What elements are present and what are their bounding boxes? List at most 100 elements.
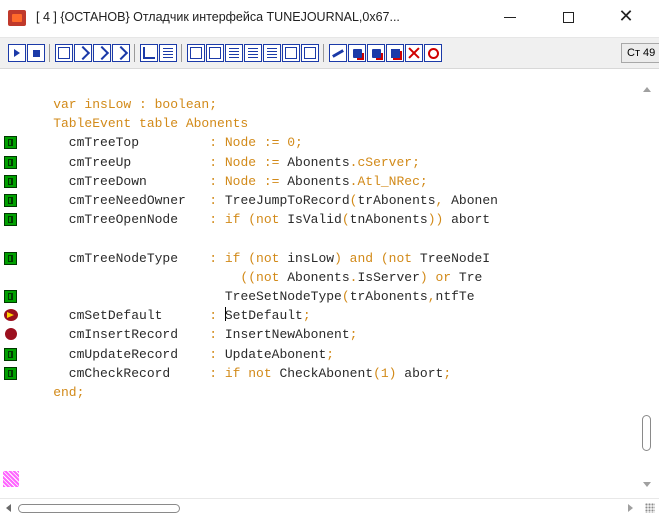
code-editor[interactable]: var insLow : boolean; TableEvent table A… (0, 69, 659, 498)
procedure-marker-icon[interactable] (4, 290, 17, 303)
code-line[interactable]: TreeSetNodeType(trAbonents,ntfTe (22, 287, 475, 306)
scroll-right-icon[interactable] (628, 504, 633, 512)
code-token: : if (not (209, 250, 288, 266)
scroll-up-icon[interactable] (643, 87, 651, 92)
code-token: TreeJumpToRecord (224, 193, 350, 208)
resize-grip-icon[interactable] (645, 503, 655, 513)
procedure-marker-icon[interactable] (4, 366, 17, 380)
code-area[interactable]: var insLow : boolean; TableEvent table A… (22, 69, 636, 498)
code-token: ) and (not (334, 250, 420, 266)
vertical-scroll-thumb[interactable] (642, 415, 651, 451)
glasses-button[interactable] (206, 44, 224, 62)
procedure-marker-icon[interactable] (4, 251, 17, 265)
code-line[interactable]: cmTreeNodeType : if (not insLow) and (no… (22, 249, 490, 268)
procedure-marker-icon[interactable] (4, 174, 17, 188)
horizontal-scroll-thumb[interactable] (18, 504, 180, 513)
code-token: UpdateAbonent (224, 346, 327, 362)
procedure-marker-icon[interactable] (4, 194, 17, 207)
database-button[interactable] (301, 44, 319, 62)
code-token: end; (22, 385, 85, 400)
code-token: Abonents (287, 173, 350, 189)
title-bar[interactable]: [ 4 ] {ОСТАНОВ} Отладчик интерфейса TUNE… (0, 0, 659, 38)
code-line[interactable]: cmTreeNeedOwner : TreeJumpToRecord(trAbo… (22, 191, 498, 210)
code-token: cmTreeDown (22, 173, 210, 189)
code-token: trAbonents (357, 193, 436, 208)
table-edit-button[interactable] (244, 44, 262, 62)
code-line[interactable]: var insLow : boolean; (22, 95, 217, 114)
code-line[interactable]: cmTreeUp : Node := Abonents.cServer; (22, 153, 420, 172)
procedure-marker-icon[interactable] (4, 347, 17, 361)
code-token: TableEvent table Abonents (22, 116, 249, 132)
table-record-icon (267, 48, 277, 58)
horizontal-scrollbar[interactable] (0, 498, 659, 518)
procedure-marker-icon[interactable] (4, 136, 17, 150)
code-token: ; (349, 327, 358, 343)
no-entry-button[interactable] (424, 44, 442, 62)
app-icon[interactable] (8, 10, 26, 26)
table-record-button[interactable] (263, 44, 281, 62)
hand-button[interactable] (55, 44, 73, 62)
window-title: [ 4 ] {ОСТАНОВ} Отладчик интерфейса TUNE… (36, 10, 400, 24)
maximize-button[interactable] (546, 0, 590, 34)
code-line[interactable]: cmCheckRecord : if not CheckAbonent(1) a… (22, 364, 451, 383)
step-out-icon (113, 45, 129, 61)
database-icon (304, 47, 316, 59)
step-over-button[interactable] (74, 44, 92, 62)
bookmark-marker-icon (3, 471, 19, 487)
form-button[interactable] (282, 44, 300, 62)
code-line[interactable]: cmSetDefault : SetDefault; (22, 306, 311, 325)
code-token: : if (not (209, 212, 288, 228)
current-line-arrow-icon[interactable] (4, 309, 18, 322)
table-button[interactable] (225, 44, 243, 62)
code-token: insLow (287, 250, 335, 266)
code-token: cmTreeTop (22, 135, 210, 151)
cancel-button[interactable] (405, 44, 423, 62)
code-line[interactable]: cmTreeTop : Node := 0; (22, 133, 303, 152)
code-line[interactable]: cmTreeOpenNode : if (not IsValid(tnAbone… (22, 210, 490, 229)
code-token: Abonents (287, 269, 350, 285)
watch-button[interactable] (187, 44, 205, 62)
code-token: var insLow : boolean; (22, 97, 218, 112)
toolbar-separator (323, 44, 324, 62)
scroll-left-icon[interactable] (6, 504, 11, 512)
vertical-scrollbar[interactable] (636, 69, 659, 498)
code-token: IsValid (287, 212, 342, 228)
gutter[interactable] (0, 69, 22, 498)
close-button[interactable]: ✕ (604, 0, 648, 34)
minimize-button[interactable] (488, 0, 532, 34)
code-token: : Node := (209, 173, 288, 189)
record-error-button[interactable] (386, 44, 404, 62)
close-icon: ✕ (618, 6, 634, 27)
play-button[interactable] (8, 44, 26, 62)
code-token: : (209, 308, 225, 324)
code-token: , (435, 193, 452, 208)
step-into-button[interactable] (93, 44, 111, 62)
procedure-marker-icon[interactable] (4, 213, 17, 227)
step-out-button[interactable] (112, 44, 130, 62)
record-save-button[interactable] (367, 44, 385, 62)
tree-button[interactable] (140, 44, 158, 62)
record-icon (352, 48, 362, 58)
record-button[interactable] (348, 44, 366, 62)
form-icon (285, 47, 297, 59)
code-line[interactable]: cmUpdateRecord : UpdateAbonent; (22, 345, 334, 364)
breakpoint-icon[interactable] (5, 328, 17, 341)
code-line[interactable]: cmInsertRecord : InsertNewAbonent; (22, 325, 358, 344)
code-line[interactable]: cmTreeDown : Node := Abonents.Atl_NRec; (22, 172, 428, 191)
stop-button[interactable] (27, 44, 45, 62)
pencil-button[interactable] (329, 44, 347, 62)
code-token: )) (427, 212, 452, 228)
glasses-icon (209, 47, 221, 59)
scroll-down-icon[interactable] (643, 482, 651, 487)
code-token: Abonen (451, 193, 498, 208)
record-error-icon (390, 48, 400, 58)
code-line[interactable]: ((not Abonents.IsServer) or Tre (22, 268, 482, 287)
code-line[interactable]: end; (22, 383, 84, 402)
code-token: ( (341, 289, 350, 304)
code-token: trAbonents (349, 289, 428, 304)
grid-button[interactable] (159, 44, 177, 62)
code-line[interactable]: TableEvent table Abonents (22, 114, 248, 133)
procedure-marker-icon[interactable] (4, 155, 17, 169)
cancel-icon (408, 47, 420, 59)
